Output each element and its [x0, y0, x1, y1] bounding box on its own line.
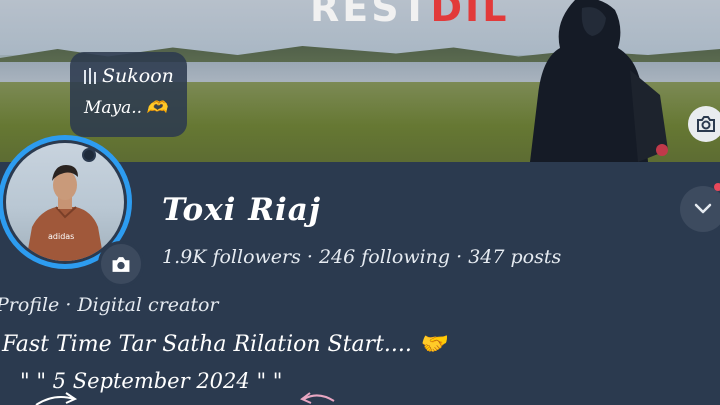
cover-overlay-text: RESTDIL [310, 0, 510, 30]
music-title: Sukoon [102, 65, 174, 87]
svg-text:adidas: adidas [48, 232, 74, 241]
music-subtitle: Maya.. [84, 98, 143, 118]
avatar-camera-button[interactable] [98, 241, 144, 287]
heart-hands-emoji: 🫶 [146, 98, 168, 118]
chevron-down-icon [694, 203, 712, 214]
cover-camera-button[interactable] [688, 106, 720, 142]
notification-dot [714, 183, 720, 191]
profile-name: Toxi Riaj [162, 192, 322, 228]
profile-menu-button[interactable] [680, 186, 720, 232]
story-indicator-dot [82, 148, 96, 162]
profile-stats[interactable]: 1.9K followers · 246 following · 347 pos… [162, 246, 561, 268]
bio-line-1: Fast Time Tar Satha Rilation Start.... 🤝 [2, 332, 447, 357]
audio-bars-icon [84, 68, 96, 84]
avatar-person-figure: adidas [26, 165, 104, 261]
music-note-card[interactable]: Sukoon Maya.. 🫶 [70, 52, 187, 137]
profile-category: Profile · Digital creator [0, 294, 219, 316]
camera-icon [697, 116, 715, 132]
camera-icon [112, 256, 130, 272]
avatar: adidas [6, 143, 124, 261]
decorative-arrows [35, 392, 335, 405]
cover-person-figure [530, 0, 668, 162]
